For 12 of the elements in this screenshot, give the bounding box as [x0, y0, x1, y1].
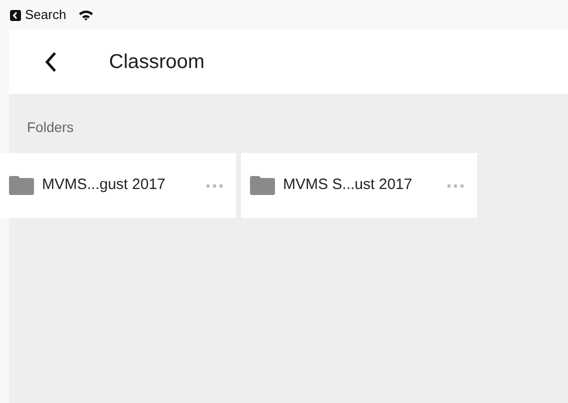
folder-card[interactable]: MVMS S...ust 2017 [241, 153, 477, 218]
wifi-icon [78, 9, 94, 21]
back-icon[interactable] [44, 51, 58, 73]
folder-name: MVMS...gust 2017 [42, 175, 166, 196]
folder-name: MVMS S...ust 2017 [283, 175, 412, 196]
back-icon[interactable] [10, 10, 21, 20]
folder-icon [9, 176, 34, 195]
folder-card[interactable]: MVMS...gust 2017 [0, 153, 236, 218]
folder-icon [250, 176, 275, 195]
section-title: Folders [27, 119, 74, 135]
page-title: Classroom [109, 50, 205, 75]
back-label[interactable]: Search [25, 5, 66, 25]
